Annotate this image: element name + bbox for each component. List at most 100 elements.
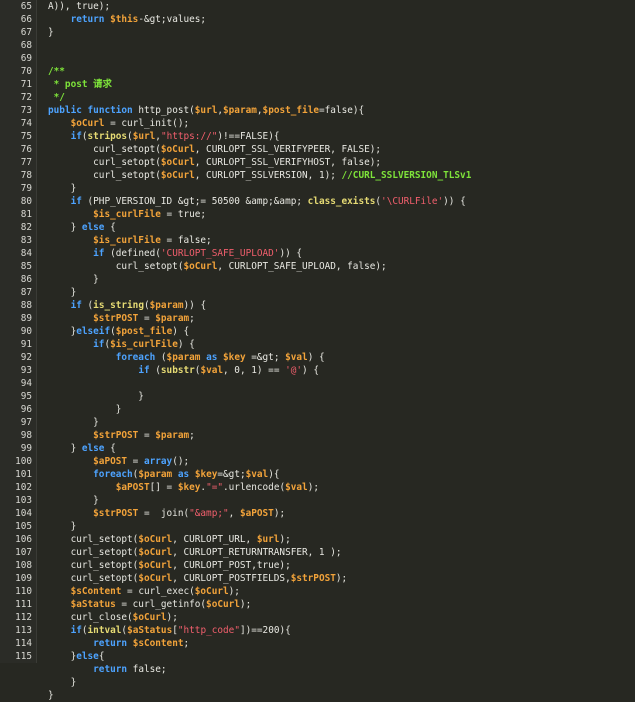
code-token: $key xyxy=(223,352,246,363)
code-token: { xyxy=(104,443,116,454)
code-text: } else { xyxy=(48,442,116,455)
code-line[interactable]: 80 if (PHP_VERSION_ID &gt;= 50500 &amp;&… xyxy=(0,195,635,208)
code-line[interactable]: 77 curl_setopt($oCurl, CURLOPT_SSL_VERIF… xyxy=(0,156,635,169)
code-line[interactable]: 94 xyxy=(0,377,635,390)
code-line[interactable]: 95 } xyxy=(0,390,635,403)
code-line[interactable]: 114 return $sContent; xyxy=(0,637,635,650)
code-line[interactable]: 109 curl_setopt($oCurl, CURLOPT_POSTFIEL… xyxy=(0,572,635,585)
code-token: $val xyxy=(200,365,224,376)
code-token: '@' xyxy=(285,365,303,376)
code-line[interactable]: 107 curl_setopt($oCurl, CURLOPT_RETURNTR… xyxy=(0,546,635,559)
code-line[interactable]: 82 } else { xyxy=(0,221,635,234)
code-text: }else{ xyxy=(48,650,105,663)
code-token: $oCurl xyxy=(183,261,218,272)
line-number: 97 xyxy=(20,417,32,428)
code-line[interactable]: 86 } xyxy=(0,273,635,286)
code-token: $aPOST xyxy=(239,508,274,519)
code-line[interactable]: 99 } else { xyxy=(0,442,635,455)
code-line[interactable]: 70 /** xyxy=(0,65,635,78)
code-token: } xyxy=(48,274,99,285)
code-line[interactable]: 97 } xyxy=(0,416,635,429)
code-token: function xyxy=(87,105,133,116)
code-line[interactable]: 88 if (is_string($param)) { xyxy=(0,299,635,312)
code-token: as xyxy=(206,352,218,363)
code-token: ); xyxy=(307,482,319,493)
code-line[interactable]: 66 return $this-&gt;values; xyxy=(0,13,635,26)
code-line[interactable]: 100 $aPOST = array(); xyxy=(0,455,635,468)
code-line[interactable]: 103 } xyxy=(0,494,635,507)
code-line[interactable]: 71 * post 请求 xyxy=(0,78,635,91)
code-line[interactable]: 112 curl_close($oCurl); xyxy=(0,611,635,624)
code-line[interactable]: 85 curl_setopt($oCurl, CURLOPT_SAFE_UPLO… xyxy=(0,260,635,273)
code-line[interactable]: return false; xyxy=(0,663,635,676)
code-line[interactable]: 104 $strPOST = join("&amp;", $aPOST); xyxy=(0,507,635,520)
code-editor[interactable]: 65 A)), true); 66 return $this-&gt;values;… xyxy=(0,0,635,701)
code-line[interactable]: 93 if (substr($val, 0, 1) == '@') { xyxy=(0,364,635,377)
code-line[interactable]: 111 $aStatus = curl_getinfo($oCurl); xyxy=(0,598,635,611)
code-text: public function http_post($url,$param,$p… xyxy=(48,104,364,117)
code-token: = false; xyxy=(160,235,212,246)
line-number: 113 xyxy=(15,625,32,636)
code-line[interactable]: 65 A)), true); xyxy=(0,0,635,13)
code-line[interactable]: 69 xyxy=(0,52,635,65)
code-token: else xyxy=(76,651,99,662)
line-number: 104 xyxy=(15,508,32,519)
code-line[interactable]: 115 }else{ xyxy=(0,650,635,663)
code-line[interactable]: 67} xyxy=(0,26,635,39)
code-token: } xyxy=(48,651,77,662)
code-text: $strPOST = $param; xyxy=(48,312,195,325)
code-line[interactable]: 113 if(intval($aStatus["http_code"])==20… xyxy=(0,624,635,637)
code-line[interactable]: } xyxy=(0,676,635,689)
code-line[interactable]: 76 curl_setopt($oCurl, CURLOPT_SSL_VERIF… xyxy=(0,143,635,156)
code-line[interactable]: 98 $strPOST = $param; xyxy=(0,429,635,442)
code-line[interactable]: 87 } xyxy=(0,286,635,299)
code-token: { xyxy=(104,222,116,233)
code-token: $oCurl xyxy=(70,118,105,129)
code-line[interactable]: 73 public function http_post($url,$param,… xyxy=(0,104,635,117)
code-line[interactable]: 101 foreach($param as $key=&gt;$val){ xyxy=(0,468,635,481)
code-token: if xyxy=(93,248,105,259)
code-line[interactable]: 75 if(stripos($url,"https://")!==FALSE){ xyxy=(0,130,635,143)
code-line[interactable]: 79 } xyxy=(0,182,635,195)
code-line[interactable]: 105 } xyxy=(0,520,635,533)
code-line[interactable]: 110 $sContent = curl_exec($oCurl); xyxy=(0,585,635,598)
code-line[interactable]: 108 curl_setopt($oCurl, CURLOPT_POST,tru… xyxy=(0,559,635,572)
code-token: $val xyxy=(285,352,308,363)
code-line[interactable]: } xyxy=(0,689,635,702)
code-token: = true; xyxy=(160,209,207,220)
code-text: }elseif($post_file) { xyxy=(48,325,190,338)
code-line[interactable]: 96 } xyxy=(0,403,635,416)
code-token: array xyxy=(143,456,173,467)
code-token: foreach xyxy=(115,352,156,363)
code-token: $this xyxy=(110,14,139,25)
code-line[interactable]: 106 curl_setopt($oCurl, CURLOPT_URL, $ur… xyxy=(0,533,635,546)
code-line[interactable]: 89 $strPOST = $param; xyxy=(0,312,635,325)
code-text: curl_setopt($oCurl, CURLOPT_POSTFIELDS,$… xyxy=(48,572,348,585)
line-number: 83 xyxy=(20,235,32,246)
code-token: $post_file xyxy=(262,105,319,116)
code-line[interactable]: 74 $oCurl = curl_init(); xyxy=(0,117,635,130)
code-token: $oCurl xyxy=(160,144,195,155)
code-line[interactable]: 91 if($is_curlFile) { xyxy=(0,338,635,351)
code-line[interactable]: 92 foreach ($param as $key =&gt; $val) { xyxy=(0,351,635,364)
code-token: /** xyxy=(48,66,65,77)
code-token: ( xyxy=(81,300,94,311)
line-number: 71 xyxy=(20,79,32,90)
code-line[interactable]: 83 $is_curlFile = false; xyxy=(0,234,635,247)
code-line[interactable]: 81 $is_curlFile = true; xyxy=(0,208,635,221)
code-line[interactable]: 78 curl_setopt($oCurl, CURLOPT_SSLVERSIO… xyxy=(0,169,635,182)
code-line[interactable]: 102 $aPOST[] = $key."=".urlencode($val); xyxy=(0,481,635,494)
code-token: */ xyxy=(48,92,65,103)
code-line[interactable]: 84 if (defined('CURLOPT_SAFE_UPLOAD')) { xyxy=(0,247,635,260)
code-token: , CURLOPT_SSL_VERIFYPEER, FALSE); xyxy=(194,144,382,155)
code-line[interactable]: 68 xyxy=(0,39,635,52)
code-line[interactable]: 90 }elseif($post_file) { xyxy=(0,325,635,338)
code-line[interactable]: 72 */ xyxy=(0,91,635,104)
code-token: $val xyxy=(245,469,269,480)
code-token: $oCurl xyxy=(138,560,173,571)
code-token: = curl_exec( xyxy=(121,586,195,597)
line-number: 76 xyxy=(20,144,32,155)
